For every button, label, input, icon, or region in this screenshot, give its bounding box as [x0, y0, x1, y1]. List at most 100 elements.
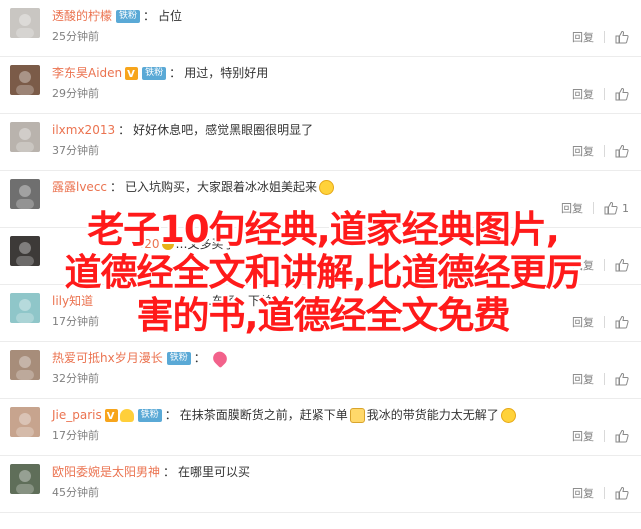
timestamp: 17分钟前	[52, 429, 99, 442]
avatar[interactable]	[10, 65, 40, 95]
comment-row: 李东昊Aiden 铁粉：用过，特别好用 29分钟前 回复	[0, 57, 641, 114]
grin-emoji-icon	[500, 407, 516, 423]
like-button[interactable]	[615, 258, 629, 272]
comment-header: Jie_paris 铁粉：在抹茶面膜断货之前，赶紧下单 我冰的带货能力太无解了	[52, 406, 516, 426]
fan-badge: 铁粉	[142, 66, 167, 80]
like-button[interactable]	[615, 87, 629, 101]
like-button[interactable]	[615, 30, 629, 44]
avatar[interactable]	[10, 350, 40, 380]
comment-actions: 回复	[572, 87, 629, 101]
colon-separator: ：	[193, 351, 206, 365]
thumbs-up-icon	[615, 486, 629, 500]
colon-separator: ：	[164, 408, 177, 422]
vip-icon	[104, 408, 118, 426]
thumbs-up-icon	[615, 429, 629, 443]
colon-separator: ：	[163, 465, 176, 479]
thumbs-up-icon	[615, 315, 629, 329]
cat-emoji-icon	[349, 407, 365, 423]
avatar[interactable]	[10, 122, 40, 152]
reply-button[interactable]: 回复	[572, 428, 594, 444]
like-button[interactable]: 1	[604, 201, 629, 215]
colon-separator: ：	[118, 123, 131, 137]
avatar[interactable]	[10, 293, 40, 323]
comment-row: 露露lvecc：已入坑购买，大家跟着冰冰姐美起来回复 1	[0, 171, 641, 228]
reply-button[interactable]: 回复	[572, 371, 594, 387]
avatar[interactable]	[10, 464, 40, 494]
action-divider	[593, 202, 594, 214]
comment-row: lily知道 17分钟前 回复 …车了，下单	[0, 285, 641, 342]
comment-actions: 回复	[572, 315, 629, 329]
reply-button[interactable]: 回复	[572, 257, 594, 273]
vip-icon	[125, 66, 139, 84]
comment-row: ilxmx2013：好好休息吧，感觉黑眼圈很明显了 37分钟前 回复	[0, 114, 641, 171]
avatar[interactable]	[10, 236, 40, 266]
comment-text: 用过，特别好用	[184, 66, 269, 80]
comment-text: 在抹茶面膜断货之前，赶紧下单	[179, 408, 348, 422]
user-name[interactable]: lily知道	[52, 292, 93, 310]
like-button[interactable]	[615, 429, 629, 443]
comment-actions: 回复	[572, 372, 629, 386]
user-name[interactable]: 欧阳委婉是太阳男神	[52, 463, 160, 481]
comment-header: f20 …文多买了	[140, 235, 236, 253]
reply-button[interactable]: 回复	[572, 143, 594, 159]
comment-header: ilxmx2013：好好休息吧，感觉黑眼圈很明显了	[52, 121, 313, 139]
comment-actions: 回复	[572, 144, 629, 158]
grin-emoji-icon	[319, 179, 335, 195]
user-name[interactable]: f20	[140, 235, 160, 253]
action-divider	[604, 373, 605, 385]
thumbs-up-icon	[615, 258, 629, 272]
like-button[interactable]	[615, 144, 629, 158]
user-name[interactable]: 热爱可抵hx岁月漫长	[52, 349, 163, 367]
user-name[interactable]: 透酸的柠檬	[52, 7, 112, 25]
thumbs-up-icon	[615, 30, 629, 44]
comment-row: 回复 f20 …文多买了	[0, 228, 641, 285]
action-divider	[604, 88, 605, 100]
coin-emoji-icon	[161, 238, 174, 250]
like-button[interactable]	[615, 372, 629, 386]
action-divider	[604, 316, 605, 328]
comment-text: 占位	[158, 9, 183, 23]
reply-button[interactable]: 回复	[572, 29, 594, 45]
comment-text: 在哪里可以买	[178, 465, 251, 479]
comment-text: …车了，下单	[200, 294, 273, 308]
user-name[interactable]: 露露lvecc	[52, 178, 107, 196]
like-count: 1	[622, 201, 629, 215]
action-divider	[604, 31, 605, 43]
comment-row: Jie_paris 铁粉：在抹茶面膜断货之前，赶紧下单 我冰的带货能力太无解了 17分…	[0, 399, 641, 456]
avatar[interactable]	[10, 407, 40, 437]
action-divider	[604, 145, 605, 157]
reply-button[interactable]: 回复	[561, 200, 583, 216]
comment-header: 欧阳委婉是太阳男神：在哪里可以买	[52, 463, 250, 481]
reply-button[interactable]: 回复	[572, 485, 594, 501]
timestamp: 37分钟前	[52, 144, 99, 157]
heart-emoji-icon	[210, 348, 230, 368]
thumbs-up-icon	[604, 201, 618, 215]
comment-text: 好好休息吧，感觉黑眼圈很明显了	[133, 123, 314, 137]
thumbs-up-icon	[615, 372, 629, 386]
reply-button[interactable]: 回复	[572, 314, 594, 330]
timestamp: 17分钟前	[52, 315, 99, 328]
avatar[interactable]	[10, 179, 40, 209]
user-name[interactable]: ilxmx2013	[52, 121, 115, 139]
user-name[interactable]: 李东昊Aiden	[52, 64, 122, 82]
timestamp: 25分钟前	[52, 30, 99, 43]
thumbs-up-icon	[615, 144, 629, 158]
comment-actions: 回复	[572, 429, 629, 443]
comment-header: 露露lvecc：已入坑购买，大家跟着冰冰姐美起来	[52, 178, 335, 196]
fan-badge: 铁粉	[166, 351, 191, 365]
medal-icon	[119, 408, 134, 422]
action-divider	[604, 487, 605, 499]
like-button[interactable]	[615, 486, 629, 500]
colon-separator: ：	[143, 9, 156, 23]
user-name[interactable]: Jie_paris	[52, 406, 102, 424]
comment-text: …文多买了	[175, 237, 236, 251]
thumbs-up-icon	[615, 87, 629, 101]
comment-header: lily知道	[52, 292, 93, 310]
comment-row: 欧阳委婉是太阳男神：在哪里可以买 45分钟前 回复	[0, 456, 641, 513]
fan-badge: 铁粉	[137, 408, 162, 422]
comment-feed: 透酸的柠檬铁粉：占位25分钟前回复李东昊Aiden铁粉：用过，特别好用29分钟前…	[0, 0, 641, 529]
colon-separator: ：	[110, 180, 123, 194]
like-button[interactable]	[615, 315, 629, 329]
avatar[interactable]	[10, 8, 40, 38]
reply-button[interactable]: 回复	[572, 86, 594, 102]
